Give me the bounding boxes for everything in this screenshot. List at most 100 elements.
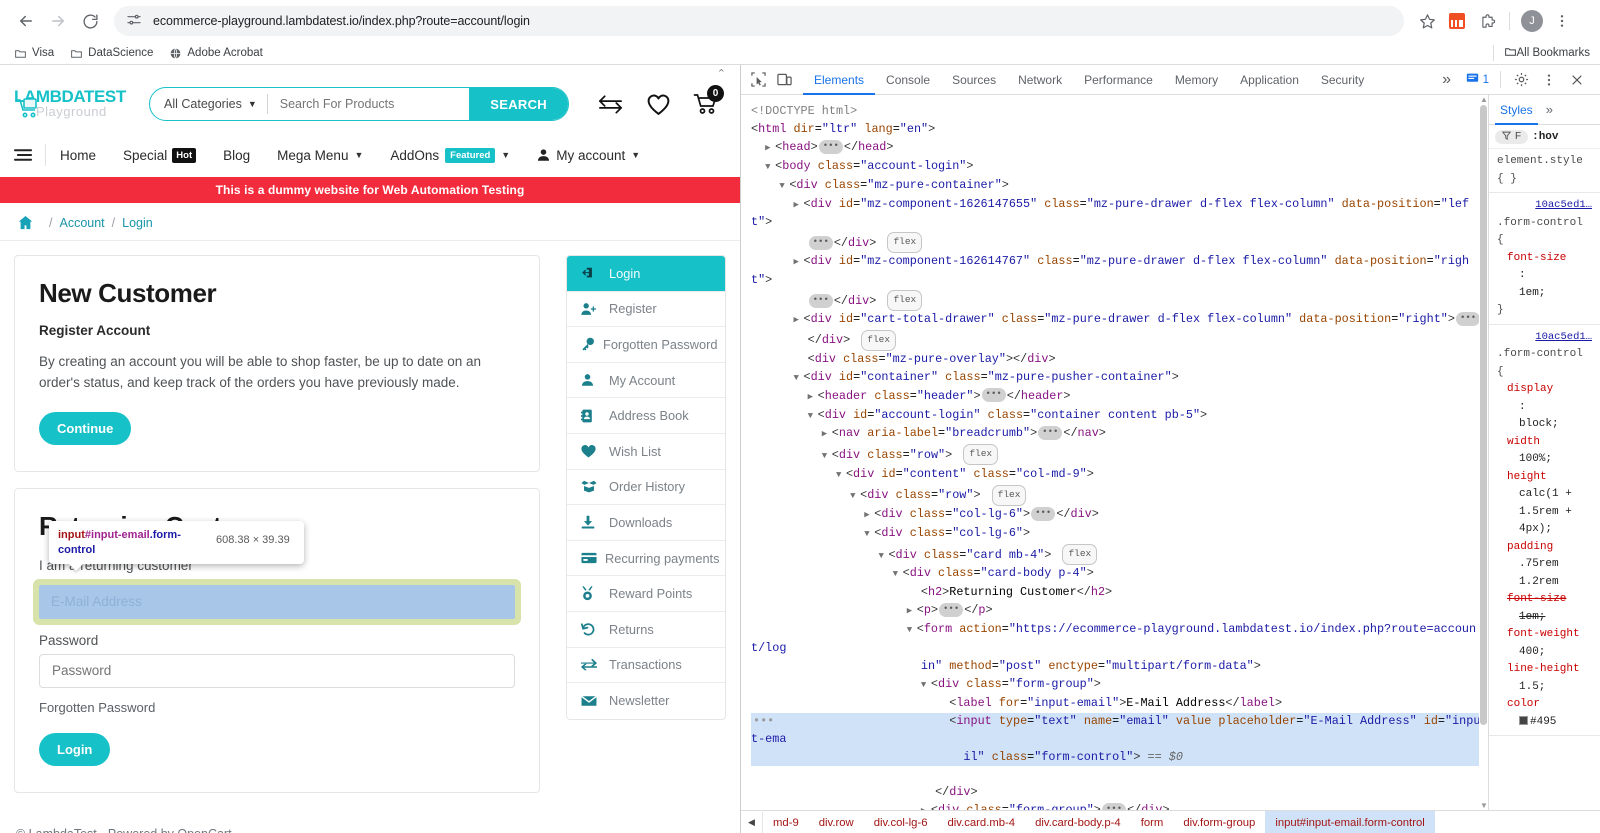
nav-item-home[interactable]: Home (60, 148, 96, 163)
home-icon[interactable] (18, 215, 33, 230)
breadcrumb-node-input-email[interactable]: input#input-email.form-control (1265, 811, 1434, 833)
sidebar-item-reward-points[interactable]: Reward Points (567, 576, 725, 612)
breadcrumb-node-div-card-body-p-4[interactable]: div.card-body.p-4 (1025, 811, 1131, 833)
sidebar-item-register[interactable]: Register (567, 292, 725, 328)
sidebar-item-wish-list[interactable]: Wish List (567, 434, 725, 470)
password-field[interactable] (39, 654, 515, 688)
tab-performance[interactable]: Performance (1073, 65, 1164, 95)
hov-toggle[interactable]: :hov (1532, 131, 1558, 143)
style-prop-value[interactable]: 1.5; (1497, 679, 1594, 697)
gear-icon[interactable] (1508, 67, 1534, 93)
breadcrumb-scroll-left-icon[interactable]: ◀ (741, 812, 763, 833)
sidebar-item-forgotten-password[interactable]: Forgotten Password (567, 327, 725, 363)
style-prop-name[interactable]: font-weight (1497, 626, 1594, 644)
nav-item-blog[interactable]: Blog (223, 148, 250, 163)
chevron-up-icon[interactable]: ⌃ (717, 67, 726, 80)
heart-icon[interactable] (646, 93, 671, 116)
nav-item-mega-menu[interactable]: Mega Menu ▼ (277, 148, 363, 163)
sidebar-item-address-book[interactable]: Address Book (567, 398, 725, 434)
close-icon[interactable] (1564, 67, 1590, 93)
sidebar-item-login[interactable]: Login (567, 256, 725, 292)
extension-app-icon[interactable] (1442, 6, 1472, 36)
style-prop-value[interactable]: 100%; (1497, 451, 1594, 469)
color-swatch[interactable] (1519, 716, 1528, 725)
reload-icon[interactable] (74, 5, 106, 37)
forgotten-password-link[interactable]: Forgotten Password (39, 700, 515, 715)
style-prop-name[interactable]: padding (1497, 539, 1594, 557)
forward-arrow-icon[interactable] (42, 5, 74, 37)
hamburger-menu-icon[interactable] (14, 147, 33, 163)
style-rule-form-control-2[interactable]: 10ac5ed1… .form-control { display : bloc… (1489, 325, 1600, 737)
back-arrow-icon[interactable] (10, 5, 42, 37)
style-prop-name[interactable]: display (1497, 381, 1594, 399)
style-prop-value[interactable]: .75rem 1.2rem (1497, 556, 1594, 591)
tab-sources[interactable]: Sources (941, 65, 1007, 95)
email-field[interactable]: E-Mail Address (39, 585, 515, 619)
breadcrumb-node-col-md-9[interactable]: md-9 (763, 811, 809, 833)
bookmark-item[interactable]: Adobe Acrobat (169, 47, 262, 60)
breadcrumb-item-login[interactable]: Login (122, 216, 153, 230)
tab-memory[interactable]: Memory (1164, 65, 1229, 95)
style-prop-name[interactable]: height (1497, 469, 1594, 487)
filter-input[interactable]: F (1495, 130, 1528, 144)
search-bar[interactable]: All Categories ▼ SEARCH (149, 87, 569, 121)
site-settings-icon[interactable] (126, 12, 144, 30)
style-prop-value[interactable]: 1em; (1497, 609, 1594, 627)
nav-item-addons[interactable]: AddOns Featured ▼ (390, 148, 510, 163)
tab-network[interactable]: Network (1007, 65, 1073, 95)
style-prop-name[interactable]: font-size (1497, 591, 1594, 609)
sidebar-item-order-history[interactable]: Order History (567, 470, 725, 506)
style-prop-value[interactable]: #495 (1497, 714, 1594, 732)
bookmark-item[interactable]: Visa (14, 47, 54, 60)
inspect-element-icon[interactable] (745, 67, 771, 93)
style-prop-value[interactable]: 400; (1497, 644, 1594, 662)
devtools-message-count[interactable]: 1 (1462, 72, 1493, 88)
sidebar-item-newsletter[interactable]: Newsletter (567, 683, 725, 719)
nav-item-special[interactable]: Special Hot (123, 148, 196, 163)
style-rule-source[interactable]: 10ac5ed1… (1497, 329, 1594, 347)
style-rule-source[interactable]: 10ac5ed1… (1497, 197, 1594, 215)
bookmark-item[interactable]: DataScience (70, 47, 153, 60)
tab-styles[interactable]: Styles (1495, 95, 1538, 125)
sidebar-item-returns[interactable]: Returns (567, 612, 725, 648)
breadcrumb-node-div-form-group[interactable]: div.form-group (1173, 811, 1265, 833)
kebab-menu-icon[interactable] (1547, 6, 1577, 36)
compare-arrows-icon[interactable] (597, 94, 624, 114)
search-input[interactable] (268, 97, 470, 111)
search-button[interactable]: SEARCH (469, 87, 568, 121)
all-bookmarks-button[interactable]: All Bookmarks (1493, 45, 1591, 61)
breadcrumb-item-account[interactable]: Account (59, 216, 104, 230)
sidebar-item-transactions[interactable]: Transactions (567, 648, 725, 684)
style-prop-name[interactable]: line-height (1497, 661, 1594, 679)
login-button[interactable]: Login (39, 733, 110, 766)
style-prop-name[interactable]: color (1497, 696, 1594, 714)
tab-application[interactable]: Application (1229, 65, 1310, 95)
tab-console[interactable]: Console (875, 65, 941, 95)
dom-tree-scrollbar[interactable]: ▲ ▼ (1479, 95, 1488, 810)
breadcrumb-node-div-col-lg-6[interactable]: div.col-lg-6 (864, 811, 938, 833)
tab-elements[interactable]: Elements (803, 65, 875, 95)
dom-tree[interactable]: <!DOCTYPE html> <html dir="ltr" lang="en… (741, 95, 1488, 810)
sidebar-item-downloads[interactable]: Downloads (567, 505, 725, 541)
breadcrumb-node-div-card-mb-4[interactable]: div.card.mb-4 (938, 811, 1026, 833)
style-prop-value[interactable]: 1em; (1497, 285, 1594, 303)
style-rule-element-style[interactable]: element.style { } (1489, 149, 1600, 193)
address-bar[interactable]: ecommerce-playground.lambdatest.io/index… (114, 6, 1404, 36)
styles-rules[interactable]: element.style { } 10ac5ed1… .form-contro… (1489, 149, 1600, 810)
device-toolbar-icon[interactable] (771, 67, 797, 93)
style-prop-value[interactable]: block; (1497, 416, 1594, 434)
breadcrumb-node-form[interactable]: form (1131, 811, 1174, 833)
tab-security[interactable]: Security (1310, 65, 1375, 95)
extension-puzzle-icon[interactable] (1472, 6, 1502, 36)
star-icon[interactable] (1412, 6, 1442, 36)
chevron-double-right-icon[interactable]: » (1546, 102, 1553, 117)
style-prop-value[interactable]: calc(1 + 1.5rem + 4px); (1497, 486, 1594, 539)
category-select[interactable]: All Categories ▼ (150, 97, 267, 111)
dom-tree-pane[interactable]: <!DOCTYPE html> <html dir="ltr" lang="en… (741, 95, 1488, 810)
sidebar-item-recurring-payments[interactable]: Recurring payments (567, 541, 725, 577)
site-logo[interactable]: LAMBDATEST Playground (14, 88, 139, 119)
breadcrumb-node-div-row[interactable]: div.row (809, 811, 864, 833)
kebab-menu-icon[interactable] (1536, 67, 1562, 93)
style-rule-form-control-1[interactable]: 10ac5ed1… .form-control { font-size : 1e… (1489, 193, 1600, 325)
chevron-double-right-icon[interactable]: » (1434, 67, 1460, 93)
